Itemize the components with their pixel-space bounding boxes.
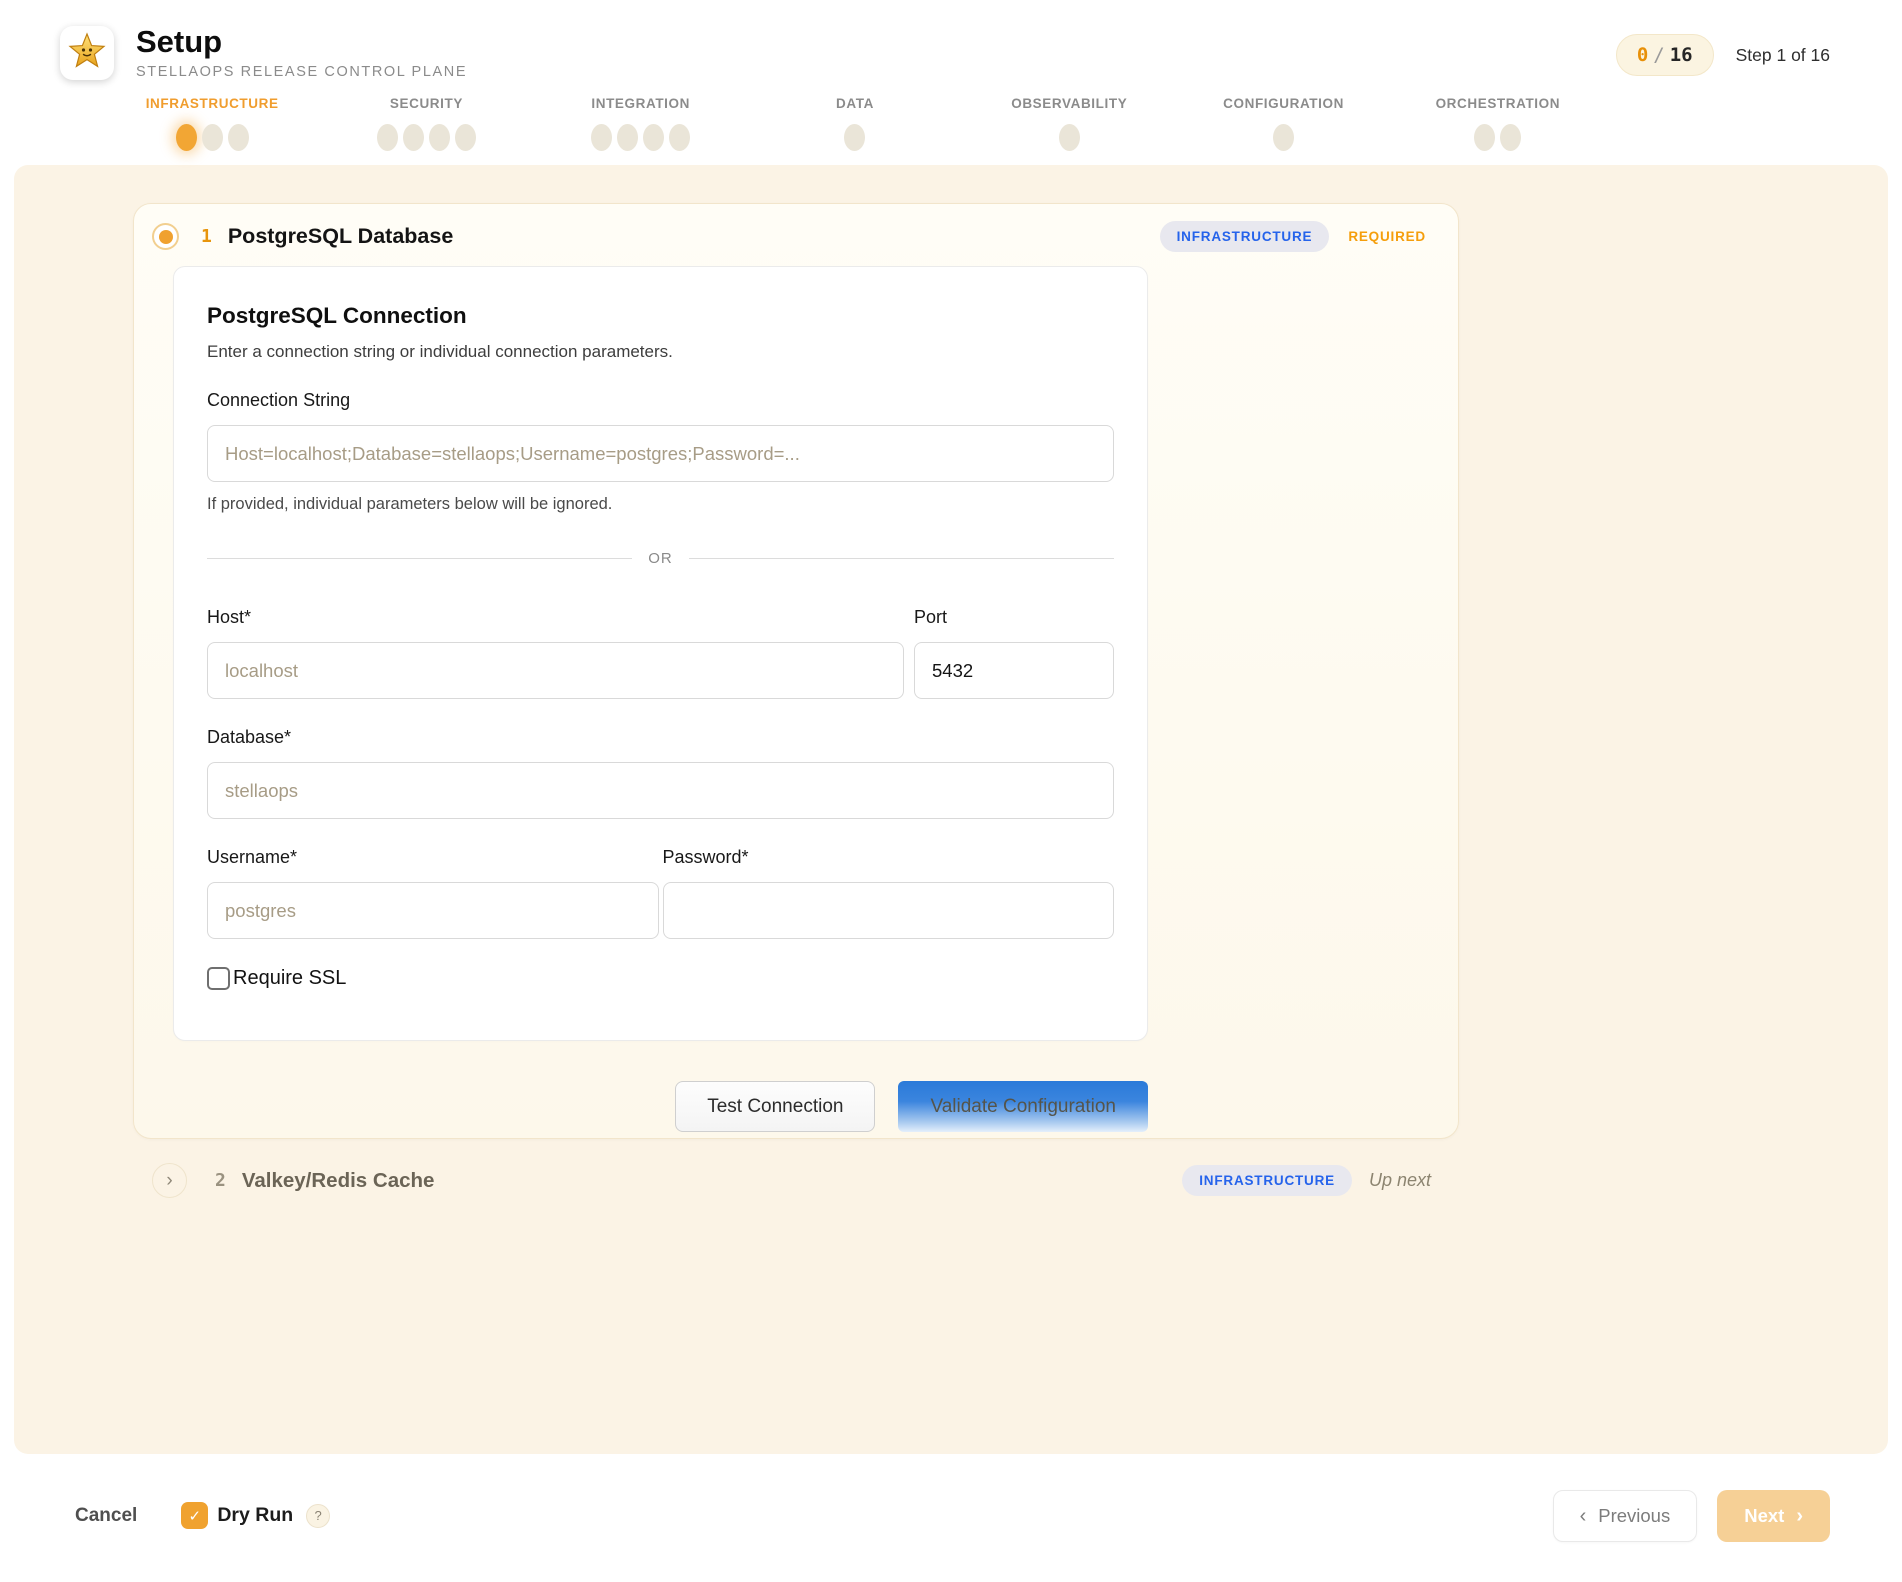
page-subtitle: STELLAOPS RELEASE CONTROL PLANE [136,64,467,80]
chevron-right-icon: › [166,1171,172,1190]
chevron-right-icon: › [1796,1506,1803,1526]
step-title: PostgreSQL Database [228,224,453,249]
progress-current: 0 [1637,44,1648,66]
form-description: Enter a connection string or individual … [207,342,1114,362]
wizard-footer: Cancel ✓ Dry Run ? ‹ Previous Next › [0,1454,1902,1577]
database-input[interactable] [207,762,1114,819]
chevron-left-icon: ‹ [1580,1506,1587,1526]
or-divider: OR [207,550,1114,567]
phase-label: OBSERVABILITY [1011,96,1127,111]
previous-button[interactable]: ‹ Previous [1553,1490,1698,1542]
step-dot [202,124,223,151]
phase-dots [1273,123,1294,151]
active-step-radio[interactable] [152,223,179,250]
validate-configuration-button[interactable]: Validate Configuration [898,1081,1148,1132]
form-heading: PostgreSQL Connection [207,303,1114,329]
connection-string-help: If provided, individual parameters below… [207,495,1114,514]
username-label: Username* [207,847,659,868]
phase-dots [591,123,690,151]
connection-form-panel: PostgreSQL Connection Enter a connection… [173,266,1148,1041]
or-divider-label: OR [648,550,673,567]
progress-divider: / [1653,44,1664,66]
main-content: 1 PostgreSQL Database INFRASTRUCTURE REQ… [14,165,1888,1454]
step-dot [669,124,690,151]
password-label: Password* [663,847,1115,868]
next-step-number: 2 [215,1170,226,1191]
phase-label: CONFIGURATION [1223,96,1344,111]
step-dot [1500,124,1521,151]
star-icon [67,31,107,76]
phase-label: INTEGRATION [591,96,690,111]
step-dot [429,124,450,151]
step-dot [377,124,398,151]
phase-label: SECURITY [390,96,463,111]
phase-dots [844,123,865,151]
step-dot [617,124,638,151]
password-input[interactable] [663,882,1115,939]
required-badge: REQUIRED [1348,229,1426,244]
phase-dots [1059,123,1080,151]
step-indicator: Step 1 of 16 [1736,45,1830,66]
phase-infrastructure[interactable]: INFRASTRUCTURE [105,96,319,151]
require-ssl-label: Require SSL [233,967,346,990]
check-icon: ✓ [189,1507,202,1525]
connection-string-label: Connection String [207,390,1114,411]
phase-dots [1474,123,1521,151]
step-dot [1273,124,1294,151]
step-card-postgresql: 1 PostgreSQL Database INFRASTRUCTURE REQ… [133,203,1459,1139]
step-number: 1 [201,226,212,247]
host-input[interactable] [207,642,904,699]
phase-observability[interactable]: OBSERVABILITY [962,96,1176,151]
app-header: Setup STELLAOPS RELEASE CONTROL PLANE 0 … [0,0,1902,165]
phase-integration[interactable]: INTEGRATION [534,96,748,151]
step-dot [228,124,249,151]
port-label: Port [914,607,1114,628]
phase-stepper: INFRASTRUCTURE SECURITY INTEGRATION DATA… [105,96,1605,165]
database-label: Database* [207,727,1114,748]
progress-total: 16 [1670,44,1693,66]
step-dot [591,124,612,151]
expand-step-button[interactable]: › [152,1163,187,1198]
step-dot [176,124,197,151]
phase-label: DATA [836,96,874,111]
dry-run-label: Dry Run [217,1504,293,1527]
step-dot [643,124,664,151]
category-badge: INFRASTRUCTURE [1160,221,1330,252]
port-input[interactable] [914,642,1114,699]
page-title: Setup [136,24,467,60]
test-connection-button[interactable]: Test Connection [675,1081,875,1132]
cancel-button[interactable]: Cancel [75,1505,137,1527]
username-input[interactable] [207,882,659,939]
step-dot [1474,124,1495,151]
step-dot [1059,124,1080,151]
next-step-status: Up next [1369,1170,1431,1191]
phase-configuration[interactable]: CONFIGURATION [1176,96,1390,151]
help-icon[interactable]: ? [306,1504,330,1528]
progress-badge: 0 / 16 [1616,34,1714,76]
require-ssl-checkbox[interactable] [207,967,230,990]
phase-security[interactable]: SECURITY [319,96,533,151]
host-label: Host* [207,607,904,628]
phase-label: ORCHESTRATION [1436,96,1561,111]
step-dot [844,124,865,151]
phase-data[interactable]: DATA [748,96,962,151]
next-button[interactable]: Next › [1717,1490,1830,1542]
dry-run-checkbox[interactable]: ✓ [181,1502,208,1529]
phase-dots [377,123,476,151]
step-dot [403,124,424,151]
next-step-row: › 2 Valkey/Redis Cache INFRASTRUCTURE Up… [133,1139,1459,1198]
app-logo [60,26,114,80]
step-dot [455,124,476,151]
next-step-category-badge: INFRASTRUCTURE [1182,1165,1352,1196]
phase-orchestration[interactable]: ORCHESTRATION [1391,96,1605,151]
phase-dots [176,123,249,151]
connection-string-input[interactable] [207,425,1114,482]
next-step-title: Valkey/Redis Cache [242,1169,435,1193]
phase-label: INFRASTRUCTURE [146,96,279,111]
